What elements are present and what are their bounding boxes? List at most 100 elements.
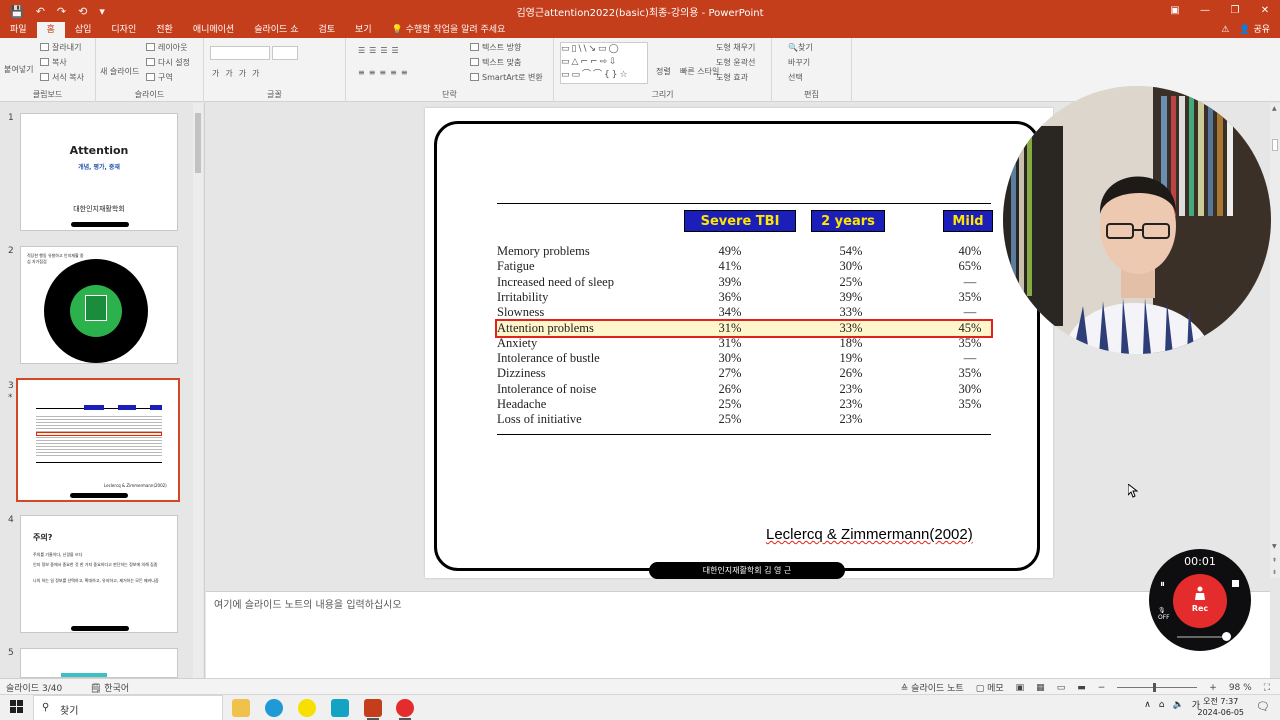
format-painter-button[interactable]: 서식 복사 <box>40 72 84 83</box>
fit-slide-button[interactable]: ⛶ <box>1264 683 1270 693</box>
select-button[interactable]: 선택 <box>788 72 803 83</box>
slideshow-view-button[interactable]: ▬ <box>1077 683 1086 693</box>
record-button[interactable]: Rec <box>1173 574 1227 628</box>
tab-insert[interactable]: 삽입 <box>65 22 102 38</box>
new-slide-button[interactable]: 새 슬라이드 <box>100 66 139 77</box>
close-button[interactable]: ✕ <box>1250 0 1280 22</box>
shape-outline-button[interactable]: 도형 윤곽선 <box>716 57 755 68</box>
shapes-gallery[interactable]: ▭▯\\↘▭◯ ▭△⌐⌐⇨⇩ ▭▭⌒⌒{}☆ <box>560 42 648 84</box>
repeat-icon[interactable]: ⟲ <box>78 5 87 18</box>
thumbnail-image[interactable]: 적당한 행동 유발하고 인지재활 중심 자가점검 <box>20 246 178 364</box>
customize-qa-icon[interactable]: ▾ <box>99 5 105 18</box>
warning-icon[interactable]: ⚠ <box>1221 22 1229 38</box>
align-buttons[interactable]: ≡≡≡≡≡ <box>358 68 412 77</box>
section-button[interactable]: 구역 <box>146 72 173 83</box>
language-indicator[interactable]: 🗒 한국어 <box>90 681 129 694</box>
current-slide[interactable]: Severe TBI 2 years Mild Memory problems 4… <box>425 108 1053 579</box>
paste-button[interactable]: 붙여넣기 <box>4 64 33 75</box>
share-button[interactable]: 👤 공유 <box>1239 22 1270 38</box>
tray-chevron-icon[interactable]: ∧ <box>1144 700 1151 710</box>
mic-off-toggle[interactable]: 🎙 OFF <box>1158 607 1170 621</box>
app-icon[interactable] <box>331 699 349 717</box>
font-group: 가가가가 글꼴 <box>204 38 346 102</box>
replace-button[interactable]: 바꾸기 <box>788 57 810 68</box>
align-text-button[interactable]: 텍스트 맞춤 <box>470 57 521 68</box>
notes-pane[interactable]: 여기에 슬라이드 노트의 내용을 입력하십시오 <box>206 591 1270 678</box>
tab-home[interactable]: 홈 <box>36 22 65 38</box>
comments-button[interactable]: ▢ 메모 <box>976 681 1004 694</box>
thumbnail-image-selected[interactable]: Leclercq & Zimmermann(2002) <box>16 378 180 502</box>
notes-toggle-button[interactable]: ≙ 슬라이드 노트 <box>901 681 964 694</box>
cell-mild: — <box>963 305 977 320</box>
tab-view[interactable]: 보기 <box>345 22 382 38</box>
reading-view-button[interactable]: ▭ <box>1057 683 1066 693</box>
text-direction-icon <box>470 43 479 51</box>
ribbon-display-icon[interactable]: ▣ <box>1160 0 1190 22</box>
tab-animations[interactable]: 애니메이션 <box>183 22 244 38</box>
network-icon[interactable]: ⌂ <box>1159 700 1165 710</box>
tab-slideshow[interactable]: 슬라이드 쇼 <box>244 22 308 38</box>
arrange-button[interactable]: 정렬 <box>656 66 671 77</box>
reset-button[interactable]: 다시 설정 <box>146 57 190 68</box>
find-button[interactable]: 🔍찾기 <box>788 42 813 53</box>
thumbnail-image[interactable] <box>20 648 178 678</box>
save-icon[interactable]: 💾 <box>10 5 24 18</box>
pause-icon[interactable]: ⏸ <box>1160 579 1165 590</box>
cut-button[interactable]: 잘라내기 <box>40 42 81 53</box>
zoom-out-button[interactable]: − <box>1098 683 1106 693</box>
kakaotalk-icon[interactable] <box>298 699 316 717</box>
thumbnail-image[interactable]: 주의? 주의를 기울이다, 신경을 쓰다 인지 정보 중에서 중요한 것 한 가… <box>20 515 178 633</box>
thumb-bullet: 인지 정보 중에서 중요한 것 한 가지 중요하다고 판단하는 정보에 의해 집… <box>33 562 158 567</box>
layout-button[interactable]: 레이아웃 <box>146 42 187 53</box>
font-size-input[interactable] <box>272 46 298 60</box>
table-row: Increased need of sleep 39% 25% — <box>497 275 991 290</box>
notification-icon[interactable]: 🗨 <box>1256 700 1270 713</box>
shape-fill-button[interactable]: 도형 채우기 <box>716 42 755 53</box>
thumb-bullet: 나의 하는 일 정보를 선택하고, 확대하고, 유지하고, 제거하는 모든 메커… <box>33 578 159 583</box>
taskbar-search[interactable]: ⚲ 찾기 <box>33 695 223 720</box>
sorter-view-button[interactable]: ▦ <box>1036 683 1045 693</box>
shape-effects-button[interactable]: 도형 효과 <box>716 72 748 83</box>
quick-styles-button[interactable]: 빠른 스타일 <box>680 66 719 77</box>
powerpoint-icon[interactable] <box>364 699 382 720</box>
copy-button[interactable]: 복사 <box>40 57 67 68</box>
stop-icon[interactable] <box>1232 580 1239 587</box>
zoom-level[interactable]: 98 % <box>1229 683 1252 693</box>
font-format-buttons[interactable]: 가가가가 <box>212 68 265 79</box>
volume-icon[interactable]: 🔈 <box>1173 700 1184 710</box>
editor-scrollbar[interactable]: ▲ ▼ ⇞ ⇟ <box>1270 103 1280 578</box>
zoom-in-button[interactable]: + <box>1209 683 1217 693</box>
undo-icon[interactable]: ↶ <box>36 5 45 18</box>
tab-file[interactable]: 파일 <box>0 22 37 38</box>
slides-label: 슬라이드 <box>134 90 165 99</box>
table-row: Memory problems 49% 54% 40% <box>497 244 991 259</box>
restore-button[interactable]: ❐ <box>1220 0 1250 22</box>
editing-label: 편집 <box>804 90 819 99</box>
volume-slider[interactable] <box>1177 632 1231 641</box>
edge-browser-icon[interactable] <box>265 699 283 717</box>
cell-mild: 35% <box>958 289 982 304</box>
windows-start-icon[interactable] <box>10 700 24 714</box>
cell-2-years: 54% <box>839 244 863 258</box>
redo-icon[interactable]: ↷ <box>57 5 66 18</box>
clock-date: 2024-06-05 <box>1197 708 1245 717</box>
zoom-slider[interactable] <box>1117 683 1198 692</box>
thumbnail-image[interactable]: Attention 개념, 평가, 중재 대한인지재활학회 <box>20 113 178 231</box>
recorder-app-icon[interactable] <box>396 699 414 720</box>
normal-view-button[interactable]: ▣ <box>1016 683 1025 693</box>
tab-review[interactable]: 검토 <box>308 22 345 38</box>
smartart-button[interactable]: SmartArt로 변환 <box>470 72 543 83</box>
text-direction-button[interactable]: 텍스트 방향 <box>470 42 521 53</box>
cell-mild: 45% <box>958 320 982 335</box>
tab-transitions[interactable]: 전환 <box>146 22 183 38</box>
minimize-button[interactable]: — <box>1190 0 1220 22</box>
thumbnails-scrollbar[interactable] <box>193 103 203 678</box>
file-explorer-icon[interactable] <box>232 699 250 717</box>
list-buttons[interactable]: ☰☰☰☰ <box>358 46 403 55</box>
tab-design[interactable]: 디자인 <box>101 22 146 38</box>
cell-2-years: 25% <box>839 274 863 289</box>
taskbar-clock[interactable]: 오전 7:37 2024-06-05 <box>1198 696 1245 718</box>
cell-mild: 35% <box>958 366 982 381</box>
font-name-input[interactable] <box>210 46 270 60</box>
tell-me-search[interactable]: 💡 수행할 작업을 알려 주세요 <box>382 22 506 38</box>
